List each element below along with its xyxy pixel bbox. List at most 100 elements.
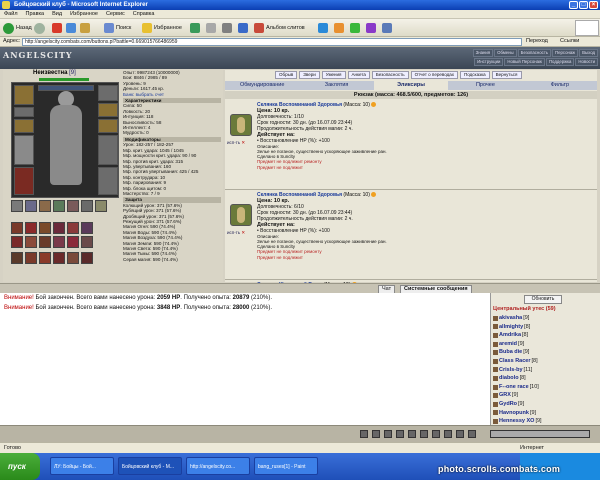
nav-bottom-link[interactable]: Новый Персонаж (504, 58, 545, 66)
scroll-slot[interactable] (39, 222, 51, 234)
nav-top-link[interactable]: Обмены (494, 49, 517, 57)
scroll-slot[interactable] (39, 252, 51, 264)
menu-view[interactable]: Вид (48, 10, 66, 19)
scroll-slot[interactable] (67, 252, 79, 264)
settings-icon[interactable] (420, 430, 428, 438)
top-tab[interactable]: Подсказка (459, 71, 490, 79)
mail-ru-button[interactable] (334, 22, 344, 34)
scroll-slot[interactable] (39, 236, 51, 248)
go-button[interactable]: Переход (526, 38, 548, 44)
messenger-button[interactable] (318, 22, 328, 34)
scroll-slot[interactable] (81, 252, 93, 264)
menu-help[interactable]: Справка (129, 10, 159, 19)
use-link[interactable]: исп-ть (227, 140, 240, 145)
icq-button[interactable] (350, 22, 360, 34)
scroll-slot[interactable] (53, 252, 65, 264)
scroll-slot[interactable] (81, 222, 93, 234)
use-link[interactable]: исп-ть (227, 230, 240, 235)
menu-file[interactable]: Файл (0, 10, 22, 19)
taskbar-item[interactable]: ЛУ: Бойцы - Бой... (50, 457, 114, 475)
home-button[interactable] (80, 22, 90, 34)
shop-tab[interactable]: Заклятия (299, 81, 373, 90)
helmet-slot[interactable] (14, 85, 34, 105)
scroll-slot[interactable] (53, 236, 65, 248)
window-titlebar[interactable]: Бойцовский клуб - Microsoft Internet Exp… (0, 0, 600, 10)
links-button[interactable]: Ссылки (560, 38, 579, 44)
top-tab[interactable]: Отчет о переводах (410, 71, 458, 79)
map-icon[interactable] (432, 430, 440, 438)
nav-top-link[interactable]: Знания (472, 49, 494, 57)
top-tab[interactable]: Безопасность (371, 71, 409, 79)
close-button[interactable]: × (589, 1, 598, 9)
nav-bottom-link[interactable]: Поддержка (545, 58, 575, 66)
nav-top-link[interactable]: Выход (579, 49, 598, 57)
online-user[interactable]: Class Racer [8] (493, 357, 599, 366)
online-user[interactable]: Crisls-by [11] (493, 366, 599, 375)
start-button[interactable]: пуск (0, 453, 40, 480)
sound-icon[interactable] (408, 430, 416, 438)
scroll-slot[interactable] (25, 222, 37, 234)
quick-slot[interactable] (39, 200, 51, 212)
nav-top-link[interactable]: Персонаж (552, 49, 579, 57)
album-button[interactable]: Альбом слитов (254, 22, 305, 34)
minimize-button[interactable]: _ (569, 1, 578, 9)
online-user[interactable]: Buba die [9] (493, 348, 599, 357)
window-button[interactable] (382, 22, 392, 34)
ring-slot-1[interactable] (98, 103, 118, 117)
edit-button[interactable] (238, 22, 248, 34)
scroll-slot[interactable] (67, 236, 79, 248)
ring-slot-2[interactable] (98, 119, 118, 133)
filter-icon[interactable] (372, 430, 380, 438)
quick-slot[interactable] (11, 200, 23, 212)
smile-icon[interactable] (360, 430, 368, 438)
nav-top-link[interactable]: Безопасность (517, 49, 552, 57)
shield-slot[interactable] (98, 135, 118, 165)
exit-icon[interactable] (468, 430, 476, 438)
bracer-slot[interactable] (98, 85, 118, 101)
delete-icon[interactable]: ✕ (241, 140, 245, 145)
weapon-slot[interactable] (14, 135, 34, 165)
quick-slot[interactable] (81, 200, 93, 212)
chat-input[interactable] (490, 430, 590, 438)
scroll-slot[interactable] (25, 252, 37, 264)
maximize-button[interactable]: □ (579, 1, 588, 9)
boots-slot[interactable] (98, 167, 118, 195)
amulet-slot[interactable] (14, 119, 34, 133)
refresh-button[interactable]: Обновить (524, 295, 562, 304)
extra-button[interactable] (366, 22, 376, 34)
top-tab[interactable]: Обрыв (275, 71, 298, 79)
mail-button[interactable] (206, 22, 216, 34)
favorites-button[interactable]: Избранное (142, 22, 182, 34)
top-tab[interactable]: Звери (299, 71, 320, 79)
shop-tab[interactable]: Эликсиры (373, 81, 449, 90)
taskbar-item[interactable]: bang_ruses[1] - Paint (254, 457, 318, 475)
stop-button[interactable] (52, 22, 62, 34)
quick-slot[interactable] (95, 200, 107, 212)
item-actions[interactable]: исп-ть ✕ (227, 140, 245, 146)
scroll-slot[interactable] (11, 222, 23, 234)
friends-icon[interactable] (444, 430, 452, 438)
online-user[interactable]: F--one race [10] (493, 383, 599, 392)
shop-tab[interactable]: Фильтр (523, 81, 597, 90)
top-tab[interactable]: Анкета (347, 71, 370, 79)
delete-icon[interactable]: ✕ (241, 230, 245, 235)
top-tab[interactable]: Вернуться (491, 71, 522, 79)
top-tab[interactable]: Умения (321, 71, 346, 79)
scroll-slot[interactable] (67, 222, 79, 234)
forward-button[interactable] (34, 22, 45, 34)
online-user[interactable]: allmighty [8] (493, 323, 599, 332)
earring-slot[interactable] (14, 107, 34, 117)
online-user[interactable]: akivasha [9] (493, 314, 599, 323)
online-user[interactable]: Havnopunk [9] (493, 409, 599, 418)
online-user[interactable]: GydRo [9] (493, 400, 599, 409)
potion-image[interactable] (230, 114, 252, 136)
address-input[interactable]: http://angelscity.combats.com/buttons.pl… (22, 38, 522, 46)
potion-image[interactable] (230, 204, 252, 226)
history-button[interactable] (190, 22, 200, 34)
scroll-slot[interactable] (53, 222, 65, 234)
shop-tab[interactable]: Обмундирование (225, 81, 299, 90)
character-name[interactable]: Неизвестна [9] (33, 70, 76, 76)
help-icon[interactable] (456, 430, 464, 438)
print-button[interactable] (222, 22, 232, 34)
scroll-slot[interactable] (11, 236, 23, 248)
